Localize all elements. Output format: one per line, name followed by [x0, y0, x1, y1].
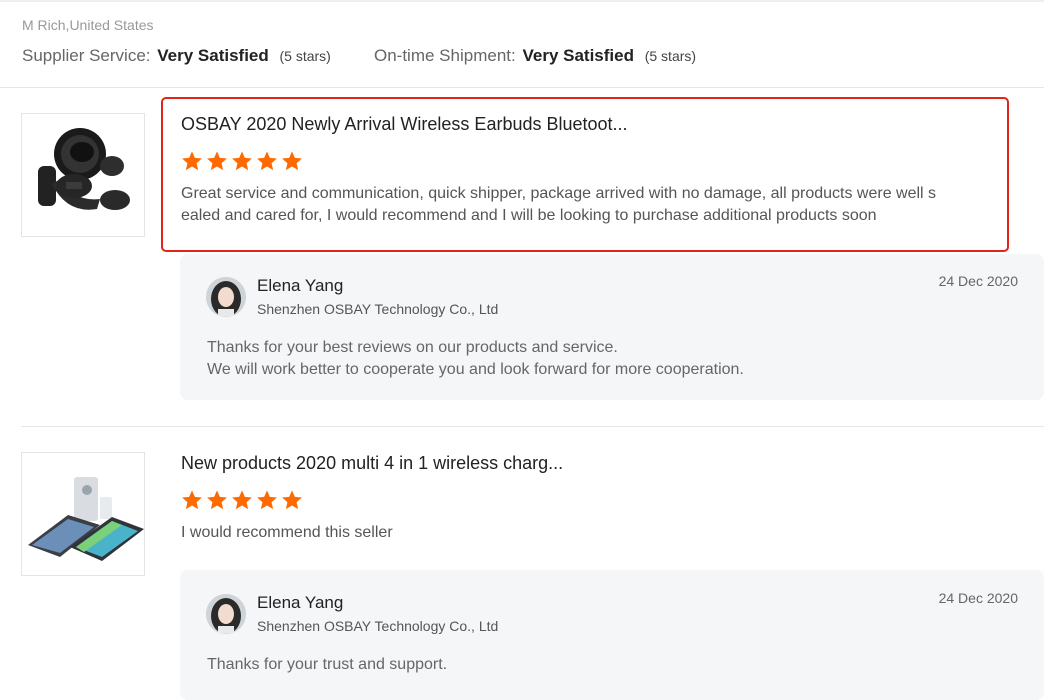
star-icon: [232, 490, 252, 510]
rating-summary: Supplier Service: Very Satisfied (5 star…: [22, 46, 696, 66]
avatar: [206, 594, 246, 634]
product-thumbnail-charger[interactable]: [21, 452, 145, 576]
star-icon: [182, 490, 202, 510]
star-icon: [207, 490, 227, 510]
reviewer-location: M Rich,United States: [22, 17, 154, 33]
reply-text-line: Thanks for your best reviews on our prod…: [207, 339, 618, 356]
avatar: [206, 277, 246, 317]
reply-author-name: Elena Yang: [257, 276, 344, 295]
supplier-reply: Elena Yang Shenzhen OSBAY Technology Co.…: [180, 570, 1044, 700]
reply-text: Thanks for your best reviews on our prod…: [207, 337, 744, 381]
star-icon: [282, 490, 302, 510]
reply-company: Shenzhen OSBAY Technology Co., Ltd: [257, 618, 499, 634]
shipment-rating: On-time Shipment: Very Satisfied (5 star…: [374, 46, 696, 66]
product-thumbnail-earbuds[interactable]: [21, 113, 145, 237]
avatar-photo-icon: [206, 594, 246, 634]
section-divider: [0, 87, 1044, 88]
rating-value: Very Satisfied: [157, 46, 269, 65]
avatar-photo-icon: [206, 277, 246, 317]
reply-author-name: Elena Yang: [257, 593, 344, 612]
review-divider: [21, 426, 1044, 427]
wireless-charger-image: [28, 477, 144, 561]
rating-label: Supplier Service:: [22, 46, 151, 65]
product-title-link[interactable]: New products 2020 multi 4 in 1 wireless …: [181, 453, 563, 474]
earbuds-watch-image: [38, 128, 130, 210]
highlight-box: [161, 97, 1009, 252]
reply-date: 24 Dec 2020: [938, 273, 1018, 289]
supplier-reply: Elena Yang Shenzhen OSBAY Technology Co.…: [180, 254, 1044, 400]
star-rating: [181, 489, 303, 511]
supplier-service-rating: Supplier Service: Very Satisfied (5 star…: [22, 46, 331, 65]
reply-company: Shenzhen OSBAY Technology Co., Ltd: [257, 301, 499, 317]
rating-label: On-time Shipment:: [374, 46, 516, 65]
reply-text-line: We will work better to cooperate you and…: [207, 361, 744, 378]
star-icon: [257, 490, 277, 510]
reply-text: Thanks for your trust and support.: [207, 656, 448, 673]
rating-count: (5 stars): [279, 48, 331, 64]
reply-date: 24 Dec 2020: [938, 590, 1018, 606]
review-text: I would recommend this seller: [181, 524, 393, 541]
rating-count: (5 stars): [644, 48, 697, 64]
top-divider: [0, 0, 1044, 2]
rating-value: Very Satisfied: [522, 46, 634, 65]
